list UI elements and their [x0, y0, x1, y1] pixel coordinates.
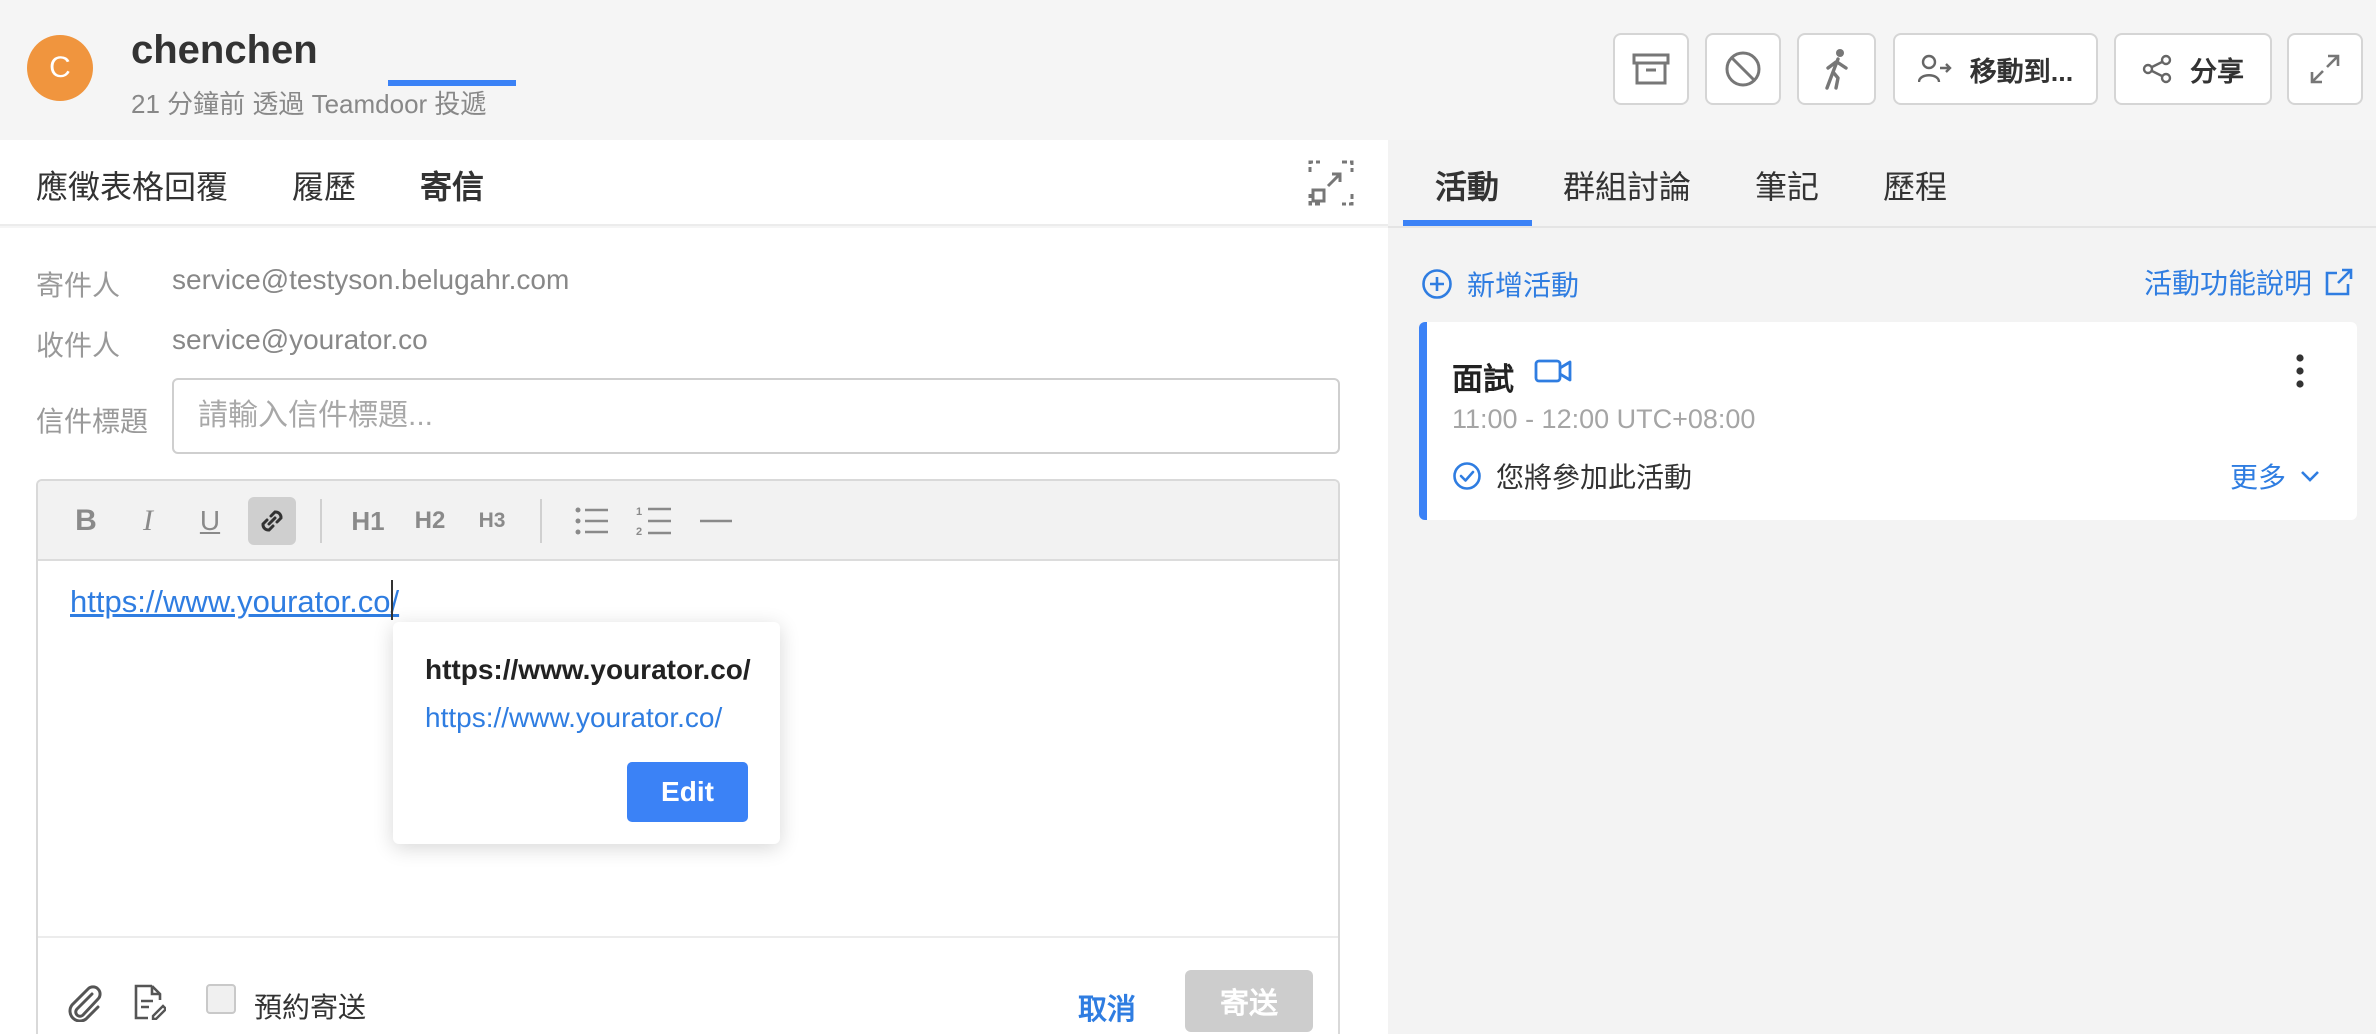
activity-more-label: 更多 — [2230, 462, 2287, 493]
paperclip-icon — [64, 982, 104, 1022]
svg-text:2: 2 — [636, 526, 642, 538]
external-link-icon — [2324, 267, 2354, 297]
link-button[interactable] — [248, 497, 296, 545]
text-caret — [391, 580, 393, 620]
header: C chenchen 21 分鐘前 透過 Teamdoor 投遞 移動到... … — [0, 0, 2376, 140]
attach-button[interactable] — [64, 982, 104, 1022]
left-tab-bar: 應徵表格回覆 履歷 寄信 — [0, 140, 1388, 226]
schedule-send-checkbox[interactable] — [206, 984, 236, 1014]
tab-activities[interactable]: 活動 — [1435, 162, 1499, 208]
to-value: service@yourator.co — [172, 324, 428, 355]
link-popover: https://www.yourator.co/ https://www.you… — [393, 622, 780, 844]
active-tab-indicator — [1403, 220, 1532, 226]
subject-input[interactable] — [172, 378, 1340, 454]
link-edit-button[interactable]: Edit — [627, 762, 748, 822]
tab-group-discussion[interactable]: 群組討論 — [1563, 162, 1691, 208]
archive-button[interactable] — [1613, 33, 1689, 105]
more-options-icon[interactable] — [2295, 354, 2305, 388]
template-button[interactable] — [132, 984, 166, 1020]
move-to-button[interactable]: 移動到... — [1893, 33, 2098, 105]
chevron-down-icon — [2300, 469, 2320, 483]
walking-person-icon — [1820, 48, 1854, 90]
reject-button[interactable] — [1705, 33, 1781, 105]
toolbar-divider — [540, 499, 542, 543]
horizontal-rule-icon — [699, 518, 733, 524]
expand-button[interactable] — [2287, 33, 2363, 105]
editor-body-link[interactable]: https://www.yourator.co/ — [70, 584, 399, 620]
bold-button[interactable]: B — [62, 497, 110, 545]
activity-attendance-status: 您將參加此活動 — [1452, 456, 1692, 496]
avatar: C — [27, 35, 93, 101]
plus-circle-icon — [1421, 268, 1453, 300]
cancel-button[interactable]: 取消 — [1078, 986, 1136, 1028]
heading-2-button[interactable]: H2 — [406, 497, 454, 545]
activity-help-link[interactable]: 活動功能說明 — [2144, 262, 2354, 302]
tab-send-email[interactable]: 寄信 — [420, 162, 484, 208]
tab-history[interactable]: 歷程 — [1883, 162, 1947, 208]
numbered-list-button[interactable]: 12 — [630, 497, 678, 545]
bullet-list-icon — [575, 506, 609, 536]
candidate-subtitle: 21 分鐘前 透過 Teamdoor 投遞 — [131, 89, 487, 119]
link-icon — [255, 504, 289, 538]
tab-notes[interactable]: 筆記 — [1755, 162, 1819, 208]
to-label: 收件人 — [36, 330, 121, 361]
check-circle-icon — [1452, 461, 1482, 491]
send-button[interactable]: 寄送 — [1185, 970, 1313, 1032]
share-label: 分享 — [2190, 56, 2244, 87]
move-to-label: 移動到... — [1969, 56, 2074, 87]
tab-resume[interactable]: 履歷 — [292, 162, 356, 208]
activity-status-label: 您將參加此活動 — [1496, 462, 1693, 493]
toolbar-divider — [320, 499, 322, 543]
link-popover-title: https://www.yourator.co/ — [425, 654, 751, 685]
heading-1-button[interactable]: H1 — [344, 497, 392, 545]
activity-help-label: 活動功能說明 — [2144, 268, 2313, 299]
active-tab-indicator — [388, 80, 516, 86]
activity-title: 面試 — [1452, 362, 1514, 397]
candidate-name: chenchen — [131, 28, 318, 72]
withdraw-button[interactable] — [1797, 33, 1876, 105]
svg-text:1: 1 — [636, 506, 642, 518]
activity-more-button[interactable]: 更多 — [2230, 456, 2320, 496]
schedule-send-label: 預約寄送 — [254, 992, 367, 1023]
block-icon — [1724, 50, 1762, 88]
share-button[interactable]: 分享 — [2114, 33, 2272, 105]
from-value: service@testyson.belugahr.com — [172, 264, 570, 295]
expand-icon — [2309, 53, 2341, 85]
archive-icon — [1632, 52, 1670, 86]
add-activity-label: 新增活動 — [1467, 270, 1580, 301]
heading-3-button[interactable]: H3 — [468, 497, 516, 545]
horizontal-rule-button[interactable] — [692, 497, 740, 545]
editor-toolbar: B I U H1 H2 H3 12 — [38, 481, 1338, 561]
from-label: 寄件人 — [36, 270, 121, 301]
activity-time: 11:00 - 12:00 UTC+08:00 — [1452, 404, 1756, 434]
numbered-list-icon: 12 — [636, 504, 672, 538]
add-activity-button[interactable]: 新增活動 — [1421, 264, 1579, 304]
move-user-icon — [1917, 54, 1952, 84]
tab-application-form[interactable]: 應徵表格回覆 — [36, 162, 228, 208]
video-camera-icon — [1534, 358, 1572, 384]
document-edit-icon — [132, 984, 166, 1020]
underline-button[interactable]: U — [186, 497, 234, 545]
share-icon — [2142, 54, 2172, 84]
subject-label: 信件標題 — [36, 406, 149, 437]
link-popover-url[interactable]: https://www.yourator.co/ — [425, 702, 722, 734]
tab-divider — [1388, 226, 2376, 228]
fullscreen-icon[interactable] — [1308, 160, 1354, 206]
bullet-list-button[interactable] — [568, 497, 616, 545]
italic-button[interactable]: I — [124, 497, 172, 545]
